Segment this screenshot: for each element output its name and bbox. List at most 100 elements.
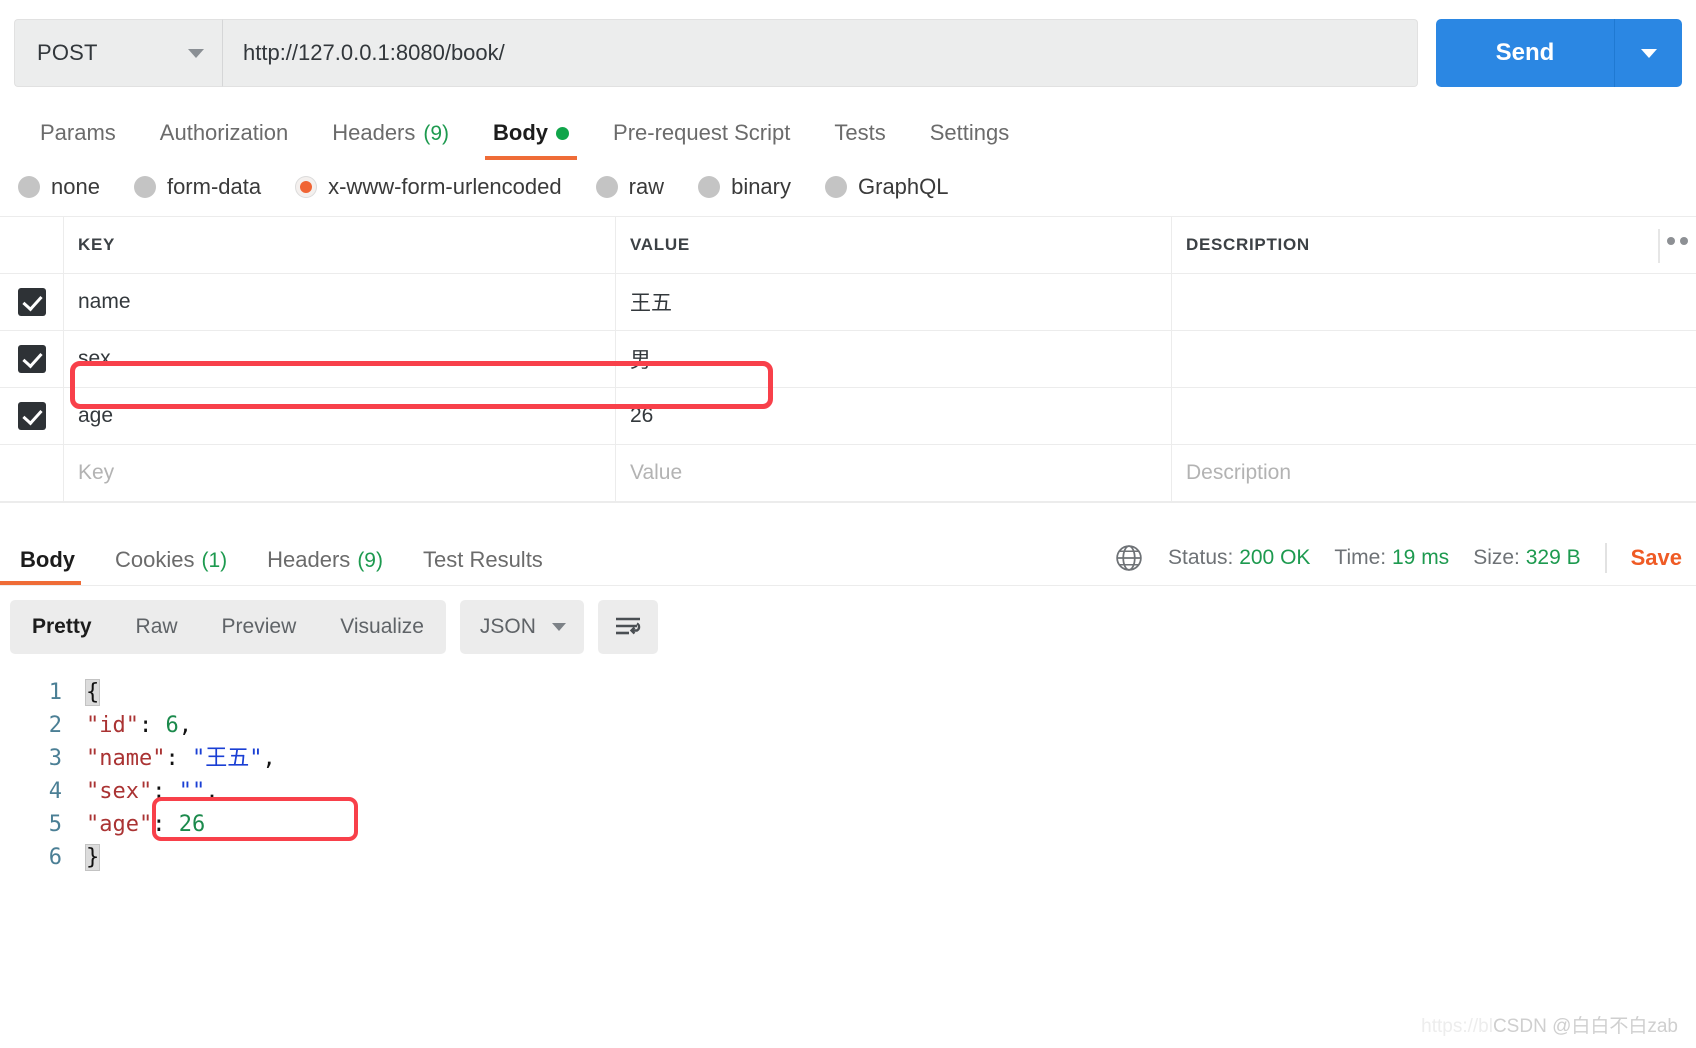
- body-mode-radio-group: none form-data x-www-form-urlencoded raw…: [0, 160, 1696, 216]
- column-header-description: DESCRIPTION: [1186, 235, 1310, 254]
- checkbox-checked-icon[interactable]: [17, 345, 46, 373]
- code-line: 6 }: [0, 841, 1696, 874]
- tab-body[interactable]: Body: [471, 120, 591, 160]
- response-tab-test-results[interactable]: Test Results: [403, 547, 563, 585]
- body-mode-label: raw: [628, 174, 665, 199]
- response-separator: [0, 502, 1696, 528]
- row-checkbox-cell: [0, 445, 64, 501]
- http-method-select[interactable]: POST: [14, 19, 222, 87]
- tab-label: Body: [493, 120, 549, 145]
- json-number: 6: [165, 713, 179, 738]
- radio-icon: [825, 176, 847, 198]
- view-mode-pretty[interactable]: Pretty: [10, 600, 114, 654]
- tab-tests[interactable]: Tests: [812, 120, 907, 160]
- size-value: 329 B: [1525, 546, 1581, 569]
- globe-icon[interactable]: [1114, 543, 1144, 573]
- tab-pre-request-script[interactable]: Pre-request Script: [591, 120, 812, 160]
- json-punct: ,: [178, 713, 192, 738]
- view-mode-raw[interactable]: Raw: [114, 600, 200, 654]
- chevron-down-icon: [551, 623, 566, 631]
- url-input[interactable]: http://127.0.0.1:8080/book/: [222, 19, 1418, 87]
- json-punct: :: [165, 746, 192, 771]
- body-mode-form-data[interactable]: form-data: [133, 174, 262, 200]
- status-label: Status:: [1167, 546, 1234, 569]
- wrap-lines-button[interactable]: [597, 600, 658, 654]
- tab-label: Test Results: [422, 547, 543, 572]
- row-description-input[interactable]: [1172, 388, 1696, 444]
- status-value: 200 OK: [1239, 546, 1311, 569]
- watermark: https://blCSDN @白白不白zab: [1421, 1011, 1678, 1038]
- response-body-code[interactable]: 1 { 2 "id": 6, 3 "name": "王五", 4 "sex": …: [0, 666, 1696, 874]
- tab-count: (9): [357, 549, 383, 572]
- postman-window: POST http://127.0.0.1:8080/book/ Send Pa…: [0, 0, 1696, 1048]
- line-number: 5: [48, 812, 62, 837]
- tab-count: (1): [201, 549, 228, 572]
- line-number: 2: [48, 713, 62, 738]
- tab-label: Headers: [332, 120, 416, 145]
- body-mode-label: GraphQL: [858, 174, 949, 199]
- response-format-select[interactable]: JSON: [459, 600, 584, 654]
- checkbox-checked-icon[interactable]: [17, 402, 46, 430]
- size-label: Size:: [1473, 546, 1520, 569]
- body-mode-none[interactable]: none: [18, 174, 100, 200]
- table-row: age 26: [0, 388, 1696, 445]
- tab-authorization[interactable]: Authorization: [138, 120, 310, 160]
- radio-icon: [18, 176, 40, 198]
- tab-label: Params: [40, 120, 116, 145]
- tab-params[interactable]: Params: [18, 120, 138, 160]
- body-mode-graphql[interactable]: GraphQL: [825, 174, 949, 200]
- body-mode-x-www-form-urlencoded[interactable]: x-www-form-urlencoded: [295, 174, 562, 200]
- send-button[interactable]: Send: [1436, 19, 1614, 87]
- code-content: "id": 6,: [86, 709, 192, 742]
- response-format-label: JSON: [479, 615, 536, 638]
- meta-divider: [1604, 543, 1607, 573]
- body-mode-label: binary: [731, 174, 791, 199]
- row-key-input[interactable]: sex: [64, 331, 616, 387]
- view-mode-visualize[interactable]: Visualize: [318, 600, 446, 654]
- line-number: 1: [48, 680, 62, 705]
- save-response-button[interactable]: Save: [1631, 545, 1682, 571]
- row-value-input[interactable]: 男: [616, 331, 1172, 387]
- column-header-value: VALUE: [616, 217, 1172, 273]
- json-string: "王五": [191, 746, 263, 771]
- time-badge: Time: 19 ms: [1334, 546, 1449, 570]
- json-punct: :: [152, 812, 179, 837]
- watermark-url: https://bl: [1421, 1016, 1493, 1037]
- row-description-input[interactable]: [1172, 274, 1696, 330]
- line-number: 4: [48, 779, 62, 804]
- table-new-row: Key Value Description: [0, 445, 1696, 502]
- column-header-key: KEY: [64, 217, 616, 273]
- response-tab-body[interactable]: Body: [0, 547, 95, 585]
- response-tabs: Body Cookies (1) Headers (9) Test Result…: [0, 547, 563, 585]
- row-description-input[interactable]: [1172, 331, 1696, 387]
- tab-settings[interactable]: Settings: [908, 120, 1032, 160]
- json-punct: :: [138, 713, 166, 738]
- tab-label: Authorization: [159, 120, 289, 145]
- line-number: 3: [48, 746, 62, 771]
- json-punct: ,: [205, 779, 219, 804]
- tab-headers[interactable]: Headers (9): [310, 120, 471, 160]
- json-punct: :: [152, 779, 179, 804]
- response-tab-headers[interactable]: Headers (9): [247, 547, 403, 585]
- bulk-edit-menu-icon[interactable]: [1667, 237, 1688, 245]
- new-row-value-input[interactable]: Value: [616, 445, 1172, 501]
- row-checkbox-cell: [0, 331, 64, 387]
- response-tab-cookies[interactable]: Cookies (1): [95, 547, 247, 585]
- response-view-toolbar: Pretty Raw Preview Visualize JSON: [0, 586, 1696, 666]
- chevron-down-icon: [1640, 48, 1657, 58]
- new-row-key-input[interactable]: Key: [64, 445, 616, 501]
- body-mode-label: x-www-form-urlencoded: [328, 174, 562, 199]
- checkbox-checked-icon[interactable]: [17, 288, 46, 316]
- view-mode-preview[interactable]: Preview: [200, 600, 319, 654]
- table-row: name 王五: [0, 274, 1696, 331]
- row-key-input[interactable]: age: [64, 388, 616, 444]
- response-bar: Body Cookies (1) Headers (9) Test Result…: [0, 528, 1696, 586]
- send-options-button[interactable]: [1614, 19, 1682, 87]
- body-mode-raw[interactable]: raw: [595, 174, 665, 200]
- body-mode-binary[interactable]: binary: [698, 174, 791, 200]
- row-value-input[interactable]: 王五: [616, 274, 1172, 330]
- body-mode-label: form-data: [166, 174, 262, 199]
- new-row-description-input[interactable]: Description: [1172, 445, 1696, 501]
- row-key-input[interactable]: name: [64, 274, 616, 330]
- row-value-input[interactable]: 26: [616, 388, 1172, 444]
